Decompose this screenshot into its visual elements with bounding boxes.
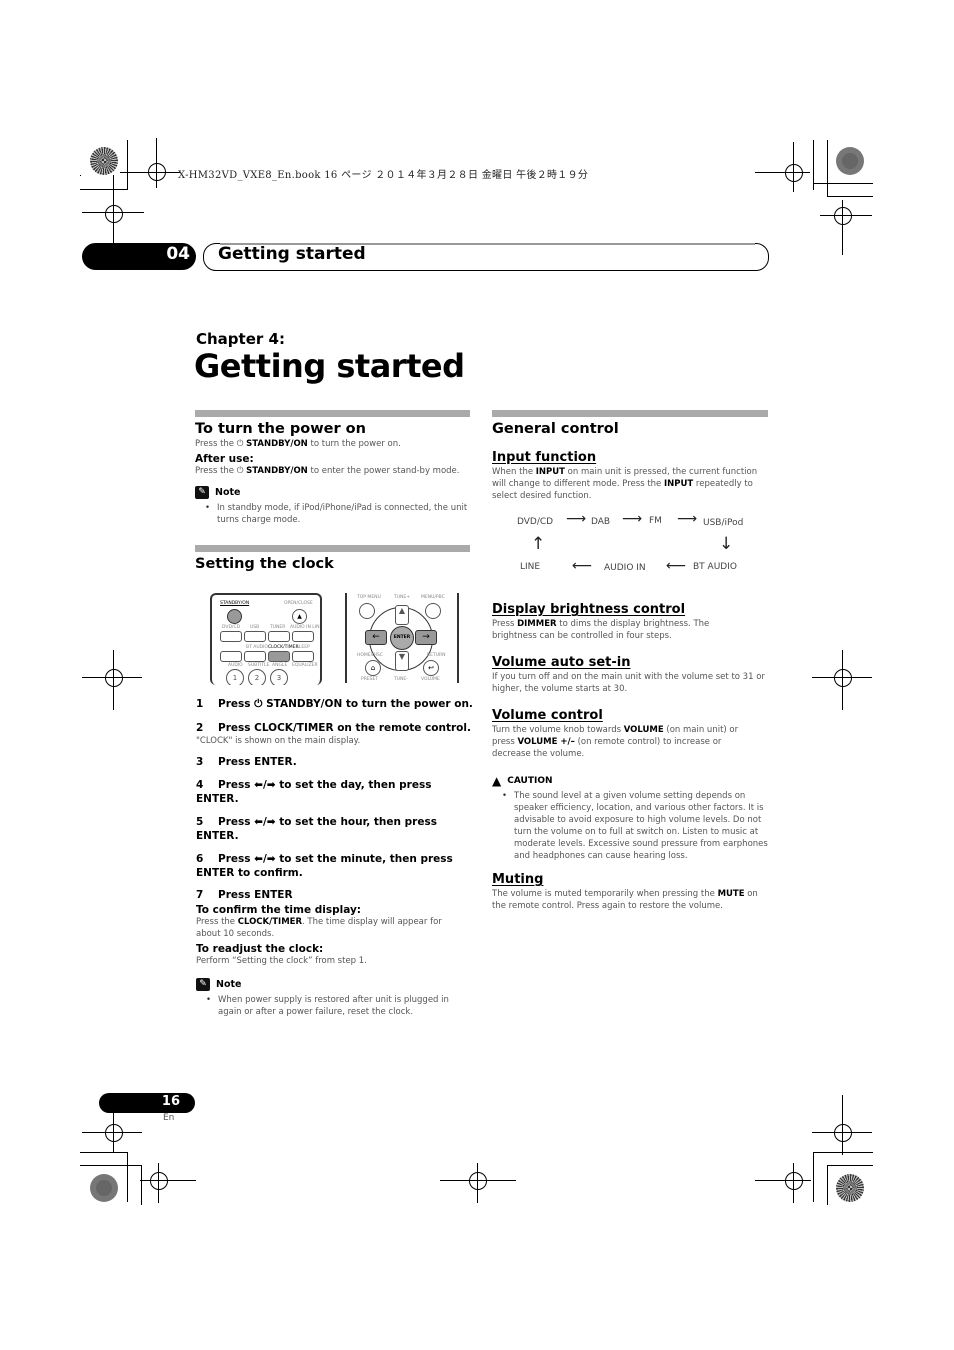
brightness-text: Press DIMMER to dims the display brightn…	[492, 619, 710, 641]
right-column-lower: Display brightness control Press DIMMER …	[492, 602, 768, 912]
step-item: 2 Press CLOCK/TIMER on the remote control…	[196, 722, 471, 734]
crosshair-icon	[148, 163, 166, 181]
step-item: 7 Press ENTER	[196, 889, 293, 901]
muting-text: The volume is muted temporarily when pre…	[492, 889, 758, 911]
crosshair-icon	[105, 1124, 123, 1142]
note-header: ✎ Note	[196, 978, 476, 991]
warning-triangle-icon: ▲	[492, 774, 502, 788]
arrow-down-icon: ↓	[719, 534, 734, 554]
volume-heading: Volume control	[492, 708, 603, 723]
step-item: 1 Press ⏻ STANDBY/ON to turn the power on…	[196, 698, 473, 710]
running-title: Getting started	[218, 244, 366, 264]
input-function-text: When the INPUT on main unit is pressed, …	[492, 467, 758, 501]
note-pencil-icon: ✎	[195, 486, 209, 499]
flow-node: DVD/CD	[517, 517, 554, 527]
step-item: 5 Press ⬅/➡ to set the hour, then press E…	[196, 816, 437, 842]
power-icon: ⏻	[236, 466, 247, 476]
crosshair-icon	[785, 1172, 803, 1190]
arrow-left-icon: ⟵	[666, 558, 687, 574]
power-heading: To turn the power on	[195, 421, 366, 437]
left-arrow-button: ←	[365, 630, 387, 645]
auto-set-text: If you turn off and on the main unit wit…	[492, 672, 765, 694]
standby-button	[227, 609, 242, 624]
flow-node: USB/iPod	[703, 518, 744, 528]
registration-starburst-icon	[836, 147, 864, 175]
step-note: "CLOCK" is shown on the main display.	[196, 736, 361, 746]
left-column: To turn the power on Press the ⏻ STANDBY…	[195, 410, 470, 572]
section-bar	[492, 410, 768, 417]
page-language: En	[163, 1113, 175, 1123]
readjust-heading: To readjust the clock:	[196, 943, 324, 955]
muting-heading: Muting	[492, 872, 544, 887]
power-icon: ⏻	[236, 439, 247, 449]
flow-node: LINE	[520, 562, 541, 572]
input-function-heading: Input function	[492, 450, 597, 465]
auto-set-heading: Volume auto set-in	[492, 655, 631, 670]
arrow-up-icon: ↑	[531, 534, 546, 554]
registration-starburst-icon	[836, 1174, 864, 1202]
flow-node: AUDIO IN	[604, 563, 646, 573]
arrow-right-icon: ⟶	[622, 511, 643, 527]
after-use-text: Press the ⏻ STANDBY/ON to enter the powe…	[195, 466, 460, 476]
page-number-pill	[99, 1093, 195, 1113]
crosshair-icon	[105, 669, 123, 687]
flow-node: BT AUDIO	[693, 562, 737, 572]
crosshair-icon	[834, 1124, 852, 1142]
confirm-text: Press the CLOCK/TIMER. The time display …	[196, 917, 442, 939]
clock-steps: 1 Press ⏻ STANDBY/ON to turn the power on…	[196, 697, 476, 1018]
note-item: When power supply is restored after unit…	[196, 994, 470, 1018]
flow-node: FM	[649, 516, 662, 526]
crosshair-icon	[834, 207, 852, 225]
arrow-left-icon: ⟵	[572, 558, 593, 574]
crosshair-icon	[105, 205, 123, 223]
step-item: 6 Press ⬅/➡ to set the minute, then press…	[196, 853, 453, 879]
registration-starburst-icon	[90, 1174, 118, 1202]
eject-button: ▲	[292, 609, 307, 624]
flow-node: DAB	[591, 517, 611, 527]
note-item: In standby mode, if iPod/iPhone/iPad is …	[195, 502, 470, 526]
right-arrow-button: →	[415, 630, 437, 645]
clock-heading: Setting the clock	[195, 556, 334, 572]
arrow-right-icon: ⟶	[677, 511, 698, 527]
step-item: 4 Press ⬅/➡ to set the day, then press EN…	[196, 779, 432, 805]
crosshair-icon	[150, 1172, 168, 1190]
chapter-number: 04	[166, 244, 190, 264]
step-item: 3 Press ENTER.	[196, 756, 297, 768]
section-bar	[195, 545, 470, 552]
caution-item: The sound level at a given volume settin…	[492, 790, 768, 862]
section-bar	[195, 410, 470, 417]
crosshair-icon	[469, 1172, 487, 1190]
caution-header: ▲ CAUTION	[492, 774, 553, 788]
readjust-text: Perform “Setting the clock” from step 1.	[196, 956, 367, 966]
up-arrow-button: ▲	[395, 605, 409, 625]
remote-illustration-left: STANDBY/ON OPEN/CLOSE ▲ DVD/CD USB TUNER…	[210, 593, 322, 685]
note-pencil-icon: ✎	[196, 978, 210, 991]
crosshair-icon	[785, 164, 803, 182]
remote-illustration-right: TOP MENU TUNE+ MENU/PBC ▲ ← → ENTER ▼ HO…	[345, 593, 459, 683]
confirm-heading: To confirm the time display:	[196, 904, 362, 916]
arrow-right-icon: ⟶	[566, 511, 587, 527]
after-use-heading: After use:	[195, 453, 254, 465]
volume-text: Turn the volume knob towards VOLUME (on …	[492, 725, 739, 759]
chapter-label: Chapter 4:	[196, 330, 285, 348]
note-header: ✎ Note	[195, 486, 470, 499]
page-number: 16	[161, 1094, 180, 1109]
chapter-title: Getting started	[194, 347, 465, 385]
power-text: Press the ⏻ STANDBY/ON to turn the power…	[195, 439, 401, 449]
crosshair-icon	[834, 669, 852, 687]
brightness-heading: Display brightness control	[492, 602, 686, 617]
print-header: X-HM32VD_VXE8_En.book 16 ページ ２０１４年３月２８日 …	[178, 170, 589, 181]
clock-timer-button	[268, 651, 290, 662]
general-control-heading: General control	[492, 421, 619, 437]
down-arrow-button: ▼	[395, 651, 409, 671]
enter-button: ENTER	[390, 626, 414, 650]
registration-starburst-icon	[90, 147, 118, 175]
right-column: General control Input function When the …	[492, 410, 768, 502]
